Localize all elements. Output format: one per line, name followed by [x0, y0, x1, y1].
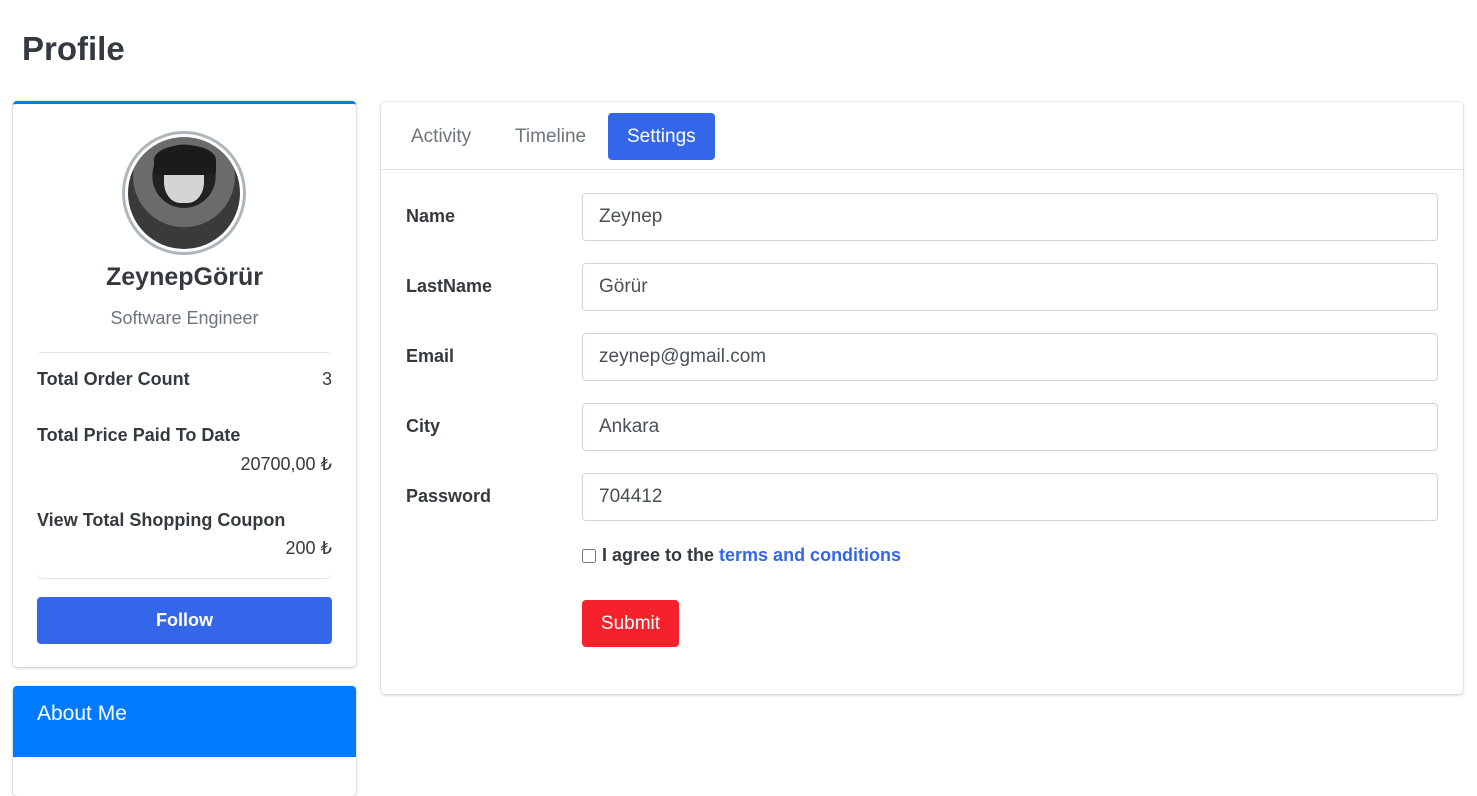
submit-button[interactable]: Submit [582, 600, 679, 647]
stat-label-coupon[interactable]: View Total Shopping Coupon [37, 510, 285, 531]
city-label: City [406, 416, 441, 436]
lastname-field[interactable] [582, 263, 1438, 311]
city-field[interactable] [582, 403, 1438, 451]
stat-value-coupon: 200 ₺ [285, 538, 333, 558]
agree-row: I agree to the terms and conditions [582, 545, 901, 566]
profile-stats: Total Order Count 3 Total Price Paid To … [37, 352, 332, 579]
stat-value-order-count: 3 [321, 369, 332, 389]
settings-card: Activity Timeline Settings Name LastName… [381, 102, 1463, 694]
profile-role: Software Engineer [110, 308, 259, 328]
terms-link[interactable]: terms and conditions [719, 545, 901, 566]
name-label: Name [406, 206, 456, 226]
profile-card: ZeynepGörür Software Engineer Total Orde… [13, 101, 356, 667]
about-header: About Me [13, 686, 356, 757]
name-field[interactable] [582, 193, 1438, 241]
password-field[interactable] [582, 473, 1438, 521]
email-label: Email [406, 346, 455, 366]
about-card: About Me [13, 686, 356, 796]
tab-timeline[interactable]: Timeline [496, 113, 605, 160]
tab-settings[interactable]: Settings [608, 113, 715, 160]
password-label: Password [406, 486, 492, 506]
avatar-image [128, 137, 240, 249]
tab-activity[interactable]: Activity [392, 113, 490, 160]
agree-text: I agree to the [602, 545, 715, 565]
stat-value-total-price: 20700,00 ₺ [240, 454, 332, 474]
agree-checkbox[interactable] [582, 548, 596, 563]
stat-label-order-count: Total Order Count [37, 369, 190, 389]
avatar [122, 131, 246, 255]
page-title: Profile [22, 30, 125, 67]
profile-name: ZeynepGörür [106, 263, 263, 291]
stat-label-total-price: Total Price Paid To Date [37, 425, 241, 445]
lastname-label: LastName [406, 276, 493, 296]
follow-button[interactable]: Follow [37, 597, 332, 644]
email-field[interactable] [582, 333, 1438, 381]
tab-bar: Activity Timeline Settings [381, 102, 1463, 170]
